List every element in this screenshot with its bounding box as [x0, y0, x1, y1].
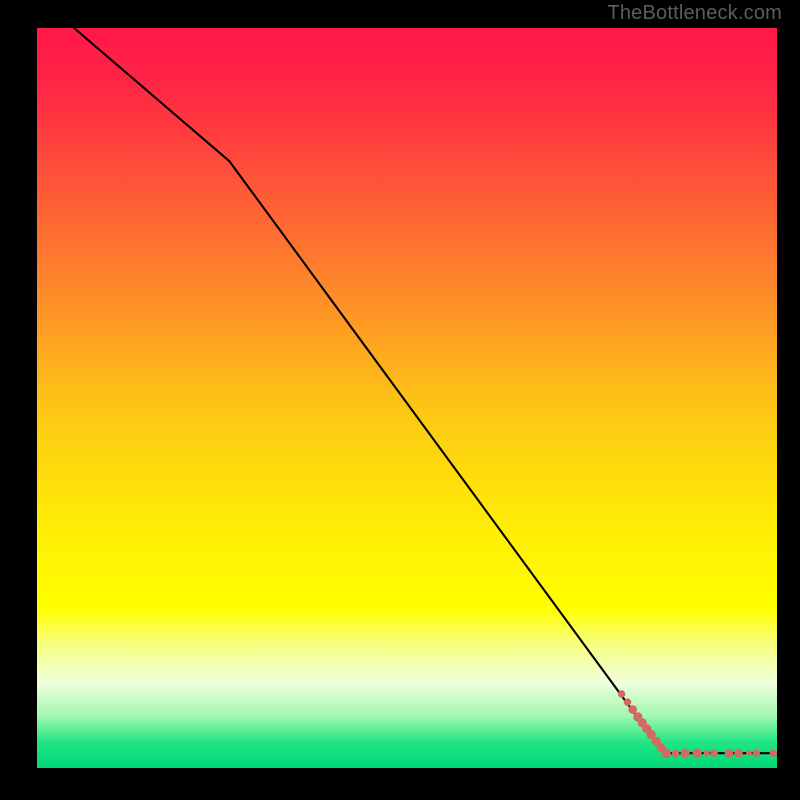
- chart-svg: [37, 28, 777, 768]
- data-marker: [704, 750, 710, 756]
- data-marker: [672, 749, 680, 757]
- chart-plot-area: [37, 28, 777, 768]
- data-marker: [661, 748, 671, 758]
- data-marker: [618, 690, 626, 698]
- data-marker: [710, 749, 718, 757]
- data-marker: [746, 750, 752, 756]
- data-marker: [725, 749, 734, 758]
- data-marker: [624, 698, 632, 706]
- attribution-text: TheBottleneck.com: [607, 2, 782, 25]
- data-marker: [681, 749, 690, 758]
- data-marker: [753, 749, 761, 757]
- data-marker: [692, 749, 701, 758]
- screenshot-root: TheBottleneck.com: [0, 0, 800, 800]
- data-marker: [770, 749, 777, 757]
- chart-background-gradient: [37, 28, 777, 768]
- data-marker: [734, 749, 743, 758]
- data-marker: [628, 705, 637, 714]
